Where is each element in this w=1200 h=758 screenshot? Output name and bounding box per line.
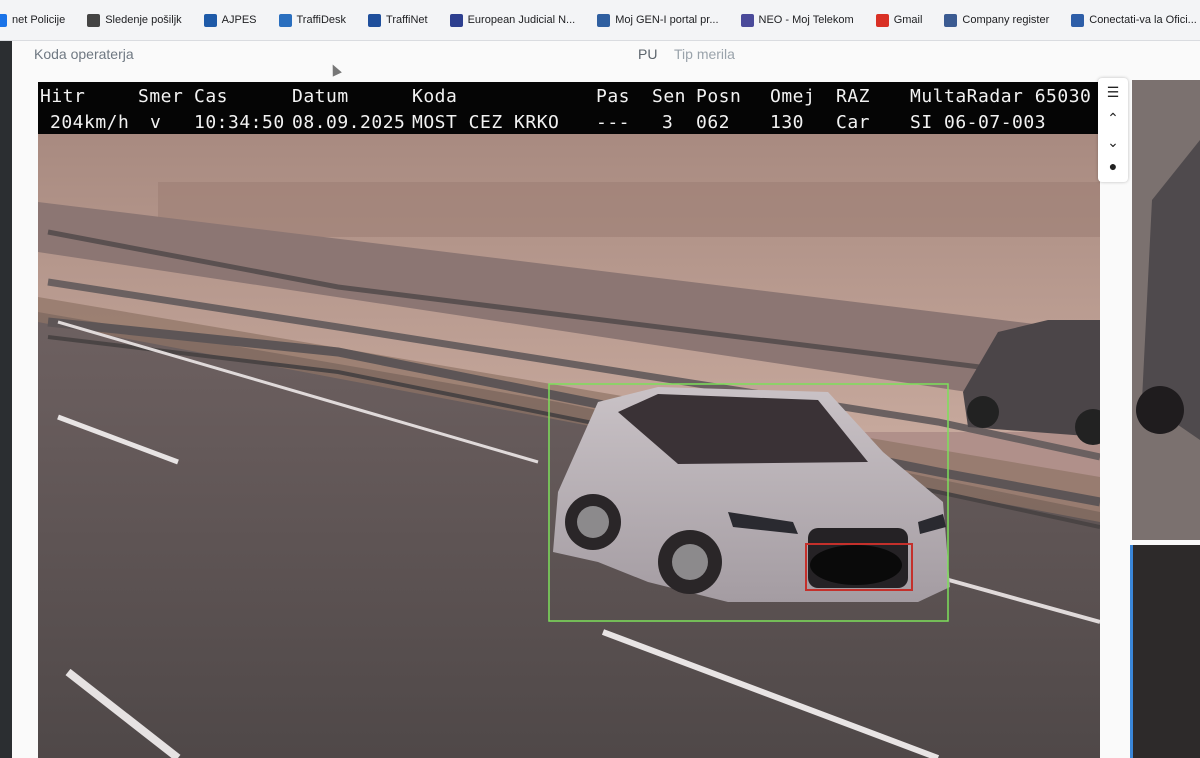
traffinet-icon bbox=[368, 13, 382, 27]
police-icon bbox=[0, 13, 7, 27]
time-value: 10:34:50 bbox=[194, 112, 285, 133]
bookmark-label: Gmail bbox=[893, 14, 923, 26]
bookmark-label: European Judicial N... bbox=[467, 14, 576, 26]
header-class: RAZ bbox=[836, 86, 871, 107]
bookmark-label: TraffiDesk bbox=[296, 14, 347, 26]
secondary-image-thumbnail[interactable] bbox=[1132, 80, 1200, 540]
radar-image-viewer[interactable]: Hitr Smer Cas Datum Koda Pas Sen Posn Om… bbox=[38, 82, 1100, 758]
crop-row bbox=[158, 182, 1100, 237]
location-value: MOST CEZ KRKO bbox=[412, 112, 560, 133]
settings-sliders-icon[interactable]: ☰ bbox=[1098, 84, 1128, 101]
image-toolbar: ☰ ⌃ ⌄ ● bbox=[1098, 78, 1128, 182]
operator-code-filter[interactable]: Koda operaterja bbox=[34, 46, 134, 62]
sensor-value: 3 bbox=[662, 112, 674, 133]
date-value: 08.09.2025 bbox=[292, 112, 406, 133]
bookmark-label: TraffiNet bbox=[386, 14, 428, 26]
geni-icon bbox=[597, 13, 611, 27]
traffidesk-icon bbox=[278, 13, 292, 27]
bookmark-label: AJPES bbox=[221, 14, 257, 26]
bookmark-label: Sledenje pošiljk bbox=[105, 14, 182, 26]
bookmark-item[interactable]: TraffiNet bbox=[368, 13, 428, 27]
radar-photo bbox=[38, 132, 1100, 758]
bookmark-label: Moj GEN-I portal pr... bbox=[615, 14, 719, 26]
left-edge bbox=[0, 41, 12, 758]
redacted-plate bbox=[810, 545, 902, 585]
bookmark-label: net Policije bbox=[12, 14, 66, 26]
header-direction: Smer bbox=[138, 86, 184, 107]
globe-icon bbox=[87, 13, 101, 27]
header-code: Koda bbox=[412, 86, 458, 107]
gmail-icon bbox=[875, 13, 889, 27]
position-value: 062 bbox=[696, 112, 731, 133]
office-icon bbox=[1071, 13, 1085, 27]
bookmarks-bar: net Policije Sledenje pošiljk AJPES TraffiD… bbox=[0, 0, 1200, 41]
neo-icon bbox=[740, 13, 754, 27]
header-lane: Pas bbox=[596, 86, 631, 107]
limit-value: 130 bbox=[770, 112, 805, 133]
header-limit: Omej bbox=[770, 86, 816, 107]
bookmark-item[interactable]: Gmail bbox=[875, 13, 923, 27]
bookmark-item[interactable]: Sledenje pošiljk bbox=[87, 13, 182, 27]
bookmark-label: Conectati-va la Ofici... bbox=[1089, 14, 1197, 26]
selected-thumbnail[interactable] bbox=[1130, 545, 1200, 758]
chevron-down-icon[interactable]: ⌄ bbox=[1098, 134, 1128, 151]
register-icon bbox=[944, 13, 958, 27]
bookmark-item[interactable]: AJPES bbox=[203, 13, 257, 27]
header-position: Posn bbox=[696, 86, 742, 107]
bookmark-item[interactable]: Moj GEN-I portal pr... bbox=[597, 13, 719, 27]
chevron-up-icon[interactable]: ⌃ bbox=[1098, 110, 1128, 127]
header-date: Datum bbox=[292, 86, 349, 107]
bookmark-item[interactable]: net Policije bbox=[0, 13, 66, 27]
ejn-icon bbox=[449, 13, 463, 27]
class-value: Car bbox=[836, 112, 871, 133]
radar-data-overlay: Hitr Smer Cas Datum Koda Pas Sen Posn Om… bbox=[38, 82, 1100, 134]
filter-bar: Koda operaterja PU Tip merila bbox=[24, 44, 1130, 66]
serial-value: SI 06-07-003 bbox=[910, 112, 1047, 133]
header-time: Cas bbox=[194, 86, 229, 107]
contrast-drop-icon[interactable]: ● bbox=[1098, 158, 1128, 174]
lane-value: --- bbox=[596, 112, 631, 133]
bookmark-item[interactable]: Conectati-va la Ofici... bbox=[1071, 13, 1197, 27]
header-speed: Hitr bbox=[40, 86, 86, 107]
bookmark-item[interactable]: TraffiDesk bbox=[278, 13, 347, 27]
device-name: MultaRadar 65030 bbox=[910, 86, 1092, 107]
bookmark-label: Company register bbox=[962, 14, 1050, 26]
bookmark-item[interactable]: Company register bbox=[944, 13, 1050, 27]
speed-value: 204km/h bbox=[50, 112, 130, 133]
pu-filter[interactable]: PU bbox=[638, 46, 657, 62]
bookmark-label: NEO - Moj Telekom bbox=[758, 14, 854, 26]
thumbnail-photo bbox=[1132, 80, 1200, 540]
direction-value: v bbox=[150, 112, 162, 133]
bookmark-item[interactable]: European Judicial N... bbox=[449, 13, 576, 27]
header-sensor: Sen bbox=[652, 86, 687, 107]
meter-type-filter[interactable]: Tip merila bbox=[674, 46, 735, 62]
ajpes-icon bbox=[203, 13, 217, 27]
bookmark-item[interactable]: NEO - Moj Telekom bbox=[740, 13, 854, 27]
